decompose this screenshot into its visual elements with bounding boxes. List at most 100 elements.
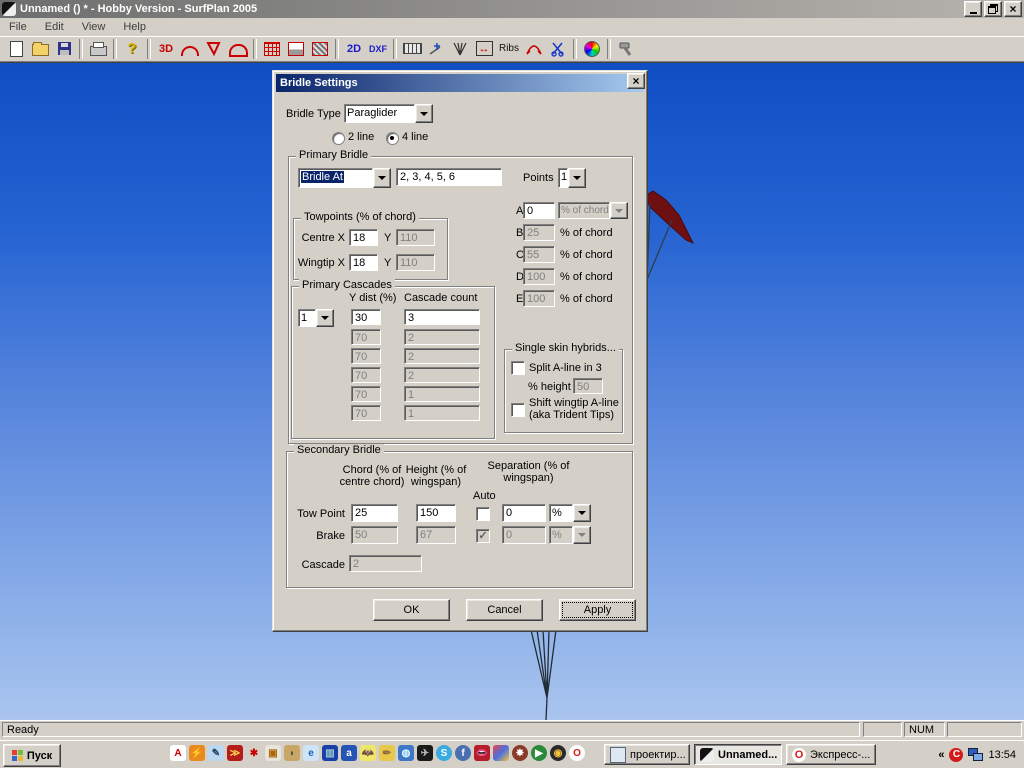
chevron-down-icon[interactable]: [373, 168, 391, 188]
3d-view-icon[interactable]: 3D: [154, 38, 178, 60]
chevron-down-icon[interactable]: [568, 168, 586, 188]
cascade-level-select[interactable]: 1: [298, 309, 334, 327]
sections-input[interactable]: 2, 3, 4, 5, 6: [396, 168, 502, 186]
bridle-lines-icon[interactable]: [448, 38, 472, 60]
taskbar-window-project[interactable]: проектир...: [604, 744, 690, 765]
daemon-tools-icon[interactable]: ◉: [550, 745, 566, 761]
skype-icon[interactable]: S: [436, 745, 452, 761]
tow-unit-select[interactable]: %: [549, 504, 591, 522]
cascade-ydist-input-1[interactable]: 30: [351, 309, 381, 325]
open-folder-icon[interactable]: [28, 38, 52, 60]
abbyy-icon[interactable]: a: [341, 745, 357, 761]
centre-x-input[interactable]: 18: [349, 229, 378, 246]
panel-fill-icon[interactable]: [284, 38, 308, 60]
tow-auto-checkbox[interactable]: [476, 507, 490, 521]
bridle-type-select[interactable]: Paraglider: [344, 104, 433, 123]
tray-c-icon[interactable]: C: [949, 748, 963, 762]
cascade-count-input-2[interactable]: 2: [404, 329, 480, 345]
ribs-icon[interactable]: Ribs: [496, 38, 522, 60]
towpoint-tool-icon[interactable]: [424, 38, 448, 60]
cascade-ydist-input-5[interactable]: 70: [351, 386, 381, 402]
tow-separation-input[interactable]: 0: [502, 504, 546, 522]
tow-chord-input[interactable]: 25: [351, 504, 398, 522]
level-b-input[interactable]: 25: [523, 224, 555, 241]
dome-shape-icon[interactable]: [226, 38, 250, 60]
tray-chevron[interactable]: «: [938, 749, 944, 761]
satellite-icon[interactable]: ◗: [284, 745, 300, 761]
google-earth-icon[interactable]: ◍: [398, 745, 414, 761]
gear-tool-icon[interactable]: ✸: [512, 745, 528, 761]
level-a-input[interactable]: 0: [523, 202, 555, 219]
outlook-express-icon[interactable]: e: [303, 745, 319, 761]
acdsee-icon[interactable]: A: [170, 745, 186, 761]
level-e-input[interactable]: 100: [523, 290, 555, 307]
flashget-icon[interactable]: ≫: [227, 745, 243, 761]
clock[interactable]: 13:54: [988, 749, 1016, 761]
minimize-button[interactable]: [964, 1, 982, 17]
cascade-count-input-1[interactable]: 3: [404, 309, 480, 325]
help-icon[interactable]: ?: [120, 38, 144, 60]
cancel-button[interactable]: Cancel: [466, 599, 543, 621]
dialog-title-bar[interactable]: Bridle Settings: [276, 74, 644, 92]
paintbrush-icon[interactable]: ✏: [379, 745, 395, 761]
centre-y-input[interactable]: 110: [396, 229, 435, 246]
brake-height-input[interactable]: 67: [416, 526, 456, 544]
bridle-at-select[interactable]: Bridle At: [298, 168, 391, 188]
color-wheel-icon[interactable]: [580, 38, 604, 60]
installer-icon[interactable]: ▣: [265, 745, 281, 761]
dxf-export-icon[interactable]: DXF: [366, 38, 390, 60]
ok-button[interactable]: OK: [373, 599, 450, 621]
wingtip-x-input[interactable]: 18: [349, 254, 378, 271]
tow-height-input[interactable]: 150: [416, 504, 456, 522]
java-icon[interactable]: f: [455, 745, 471, 761]
shift-wingtip-checkbox[interactable]: [511, 403, 525, 417]
start-button[interactable]: Пуск: [3, 744, 61, 767]
brake-unit-select[interactable]: %: [549, 526, 591, 544]
chevron-down-icon[interactable]: [573, 504, 591, 522]
menu-file[interactable]: File: [0, 19, 36, 35]
arc-profile-icon[interactable]: [178, 38, 202, 60]
radio-2-line[interactable]: [332, 132, 345, 145]
new-document-icon[interactable]: [4, 38, 28, 60]
chevron-down-icon[interactable]: [316, 309, 334, 327]
cascade-ydist-input-4[interactable]: 70: [351, 367, 381, 383]
cascade-count-input-5[interactable]: 1: [404, 386, 480, 402]
library-icon[interactable]: ▥: [322, 745, 338, 761]
lips-player-icon[interactable]: 👄: [474, 745, 490, 761]
dialog-close-icon[interactable]: [627, 73, 645, 89]
arc-span-icon[interactable]: [522, 38, 546, 60]
media-player-icon[interactable]: ▶: [531, 745, 547, 761]
points-select[interactable]: 1: [558, 168, 586, 188]
rocket-icon[interactable]: ✈: [417, 745, 433, 761]
menu-help[interactable]: Help: [114, 19, 155, 35]
messenger-icon[interactable]: ✎: [208, 745, 224, 761]
cascade-count-input-6[interactable]: 1: [404, 405, 480, 421]
secondary-cascade-input[interactable]: 2: [349, 555, 422, 572]
scissors-icon[interactable]: [546, 38, 570, 60]
batman-icon[interactable]: 🦇: [360, 745, 376, 761]
tools-hammer-icon[interactable]: [614, 38, 638, 60]
print-icon[interactable]: [86, 38, 110, 60]
v-panel-icon[interactable]: [202, 38, 226, 60]
close-button[interactable]: [1004, 1, 1022, 17]
cascade-count-input-4[interactable]: 2: [404, 367, 480, 383]
cascade-count-input-3[interactable]: 2: [404, 348, 480, 364]
apply-button[interactable]: Apply: [559, 599, 636, 621]
winamp-icon[interactable]: ⚡: [189, 745, 205, 761]
menu-view[interactable]: View: [73, 19, 115, 35]
wingtip-y-input[interactable]: 110: [396, 254, 435, 271]
code-star-icon[interactable]: ✱: [246, 745, 262, 761]
level-c-input[interactable]: 55: [523, 246, 555, 263]
opera-icon[interactable]: O: [569, 745, 585, 761]
2d-view-icon[interactable]: 2D: [342, 38, 366, 60]
cascade-ydist-input-2[interactable]: 70: [351, 329, 381, 345]
menu-edit[interactable]: Edit: [36, 19, 73, 35]
panel-shaded-icon[interactable]: [308, 38, 332, 60]
cascade-ydist-input-3[interactable]: 70: [351, 348, 381, 364]
brake-chord-input[interactable]: 50: [351, 526, 398, 544]
taskbar-window-surfplan[interactable]: Unnamed...: [694, 744, 782, 765]
brake-auto-checkbox[interactable]: [476, 529, 490, 543]
restore-button[interactable]: [984, 1, 1002, 17]
brake-separation-input[interactable]: 0: [502, 526, 546, 544]
percent-height-input[interactable]: 50: [573, 378, 603, 394]
